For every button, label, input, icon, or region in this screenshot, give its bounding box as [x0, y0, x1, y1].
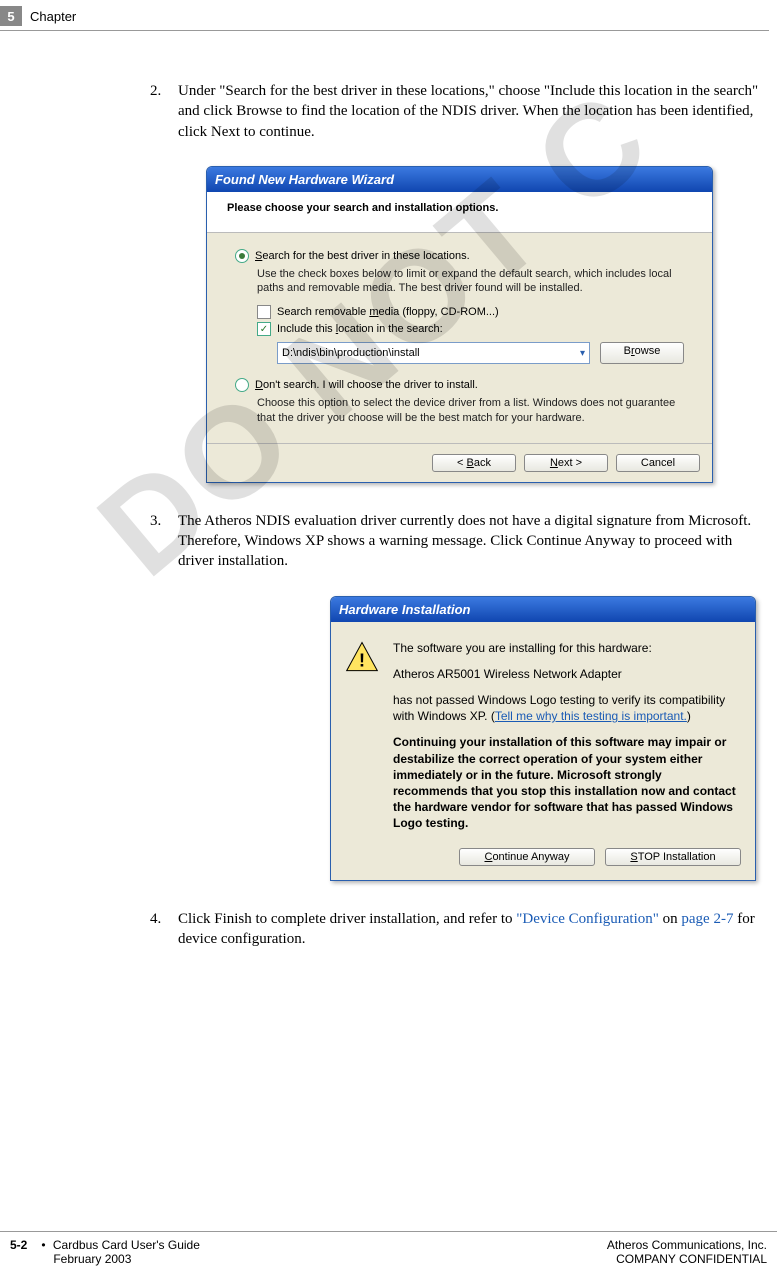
checkbox-removable-media[interactable]: Search removable media (floppy, CD-ROM..…	[257, 305, 684, 319]
location-path-input[interactable]: D:\ndis\bin\production\install ▾	[277, 342, 590, 364]
cancel-button[interactable]: Cancel	[616, 454, 700, 472]
step-number: 2.	[150, 81, 178, 142]
radio-label: Don't search. I will choose the driver t…	[255, 379, 478, 391]
wizard-body: Search for the best driver in these loca…	[207, 233, 712, 443]
step-text: Click Finish to complete driver installa…	[178, 909, 769, 950]
wizard-heading: Please choose your search and installati…	[207, 192, 712, 233]
warning-icon: !	[345, 640, 379, 674]
location-path-row: D:\ndis\bin\production\install ▾ Browse	[277, 342, 684, 364]
checkbox-icon: ✓	[257, 322, 271, 336]
step-number: 3.	[150, 511, 178, 572]
hardware-installation-dialog: Hardware Installation ! The software you…	[330, 596, 756, 881]
wizard-button-row: < Back Next > Cancel	[207, 443, 712, 482]
radio1-description: Use the check boxes below to limit or ex…	[257, 267, 684, 296]
device-config-link[interactable]: "Device Configuration"	[516, 911, 659, 927]
step-number: 4.	[150, 909, 178, 950]
hw-line2: has not passed Windows Logo testing to v…	[393, 692, 739, 724]
continue-anyway-button[interactable]: Continue Anyway	[459, 848, 595, 866]
radio-label: Search for the best driver in these loca…	[255, 250, 470, 262]
found-new-hardware-wizard: Found New Hardware Wizard Please choose …	[206, 166, 713, 483]
dialog-body: ! The software you are installing for th…	[331, 622, 755, 840]
back-button[interactable]: < Back	[432, 454, 516, 472]
dialog-text: The software you are installing for this…	[393, 640, 739, 832]
checkbox-include-location[interactable]: ✓ Include this location in the search:	[257, 322, 684, 336]
page-footer: 5-2 • Cardbus Card User's Guide February…	[0, 1231, 777, 1266]
path-value: D:\ndis\bin\production\install	[282, 347, 420, 359]
radio-dont-search[interactable]: Don't search. I will choose the driver t…	[235, 378, 684, 392]
browse-button[interactable]: Browse	[600, 342, 684, 364]
page-link[interactable]: page 2-7	[681, 911, 733, 927]
page-number: 5-2	[10, 1238, 27, 1266]
hw-device: Atheros AR5001 Wireless Network Adapter	[393, 666, 739, 682]
chapter-label: Chapter	[30, 9, 76, 24]
page-header: 5 Chapter	[0, 0, 769, 31]
radio-icon	[235, 249, 249, 263]
footer-guide: • Cardbus Card User's Guide February 200…	[37, 1238, 200, 1266]
svg-text:!: !	[359, 649, 365, 670]
dialog-button-row: Continue Anyway STOP Installation	[331, 840, 755, 880]
step-4: 4. Click Finish to complete driver insta…	[150, 909, 769, 950]
next-button[interactable]: Next >	[524, 454, 608, 472]
footer-right: Atheros Communications, Inc. COMPANY CON…	[607, 1238, 767, 1266]
hw-warning-bold: Continuing your installation of this sof…	[393, 734, 739, 831]
radio2-description: Choose this option to select the device …	[257, 396, 684, 425]
wizard-titlebar: Found New Hardware Wizard	[207, 167, 712, 192]
step-2: 2. Under "Search for the best driver in …	[150, 81, 769, 142]
stop-installation-button[interactable]: STOP Installation	[605, 848, 741, 866]
checkbox-icon	[257, 305, 271, 319]
footer-left: 5-2 • Cardbus Card User's Guide February…	[10, 1238, 200, 1266]
dropdown-icon[interactable]: ▾	[580, 348, 585, 359]
radio-search-best-driver[interactable]: Search for the best driver in these loca…	[235, 249, 684, 263]
hw-line1: The software you are installing for this…	[393, 640, 739, 656]
chapter-number-badge: 5	[0, 6, 22, 26]
radio-icon	[235, 378, 249, 392]
step-3: 3. The Atheros NDIS evaluation driver cu…	[150, 511, 769, 572]
step-text: The Atheros NDIS evaluation driver curre…	[178, 511, 769, 572]
checkbox-label: Include this location in the search:	[277, 323, 443, 335]
main-content: 2. Under "Search for the best driver in …	[0, 31, 777, 949]
checkbox-label: Search removable media (floppy, CD-ROM..…	[277, 306, 499, 318]
dialog-titlebar: Hardware Installation	[331, 597, 755, 622]
step-text: Under "Search for the best driver in the…	[178, 81, 769, 142]
hw-link[interactable]: Tell me why this testing is important.	[495, 709, 687, 723]
